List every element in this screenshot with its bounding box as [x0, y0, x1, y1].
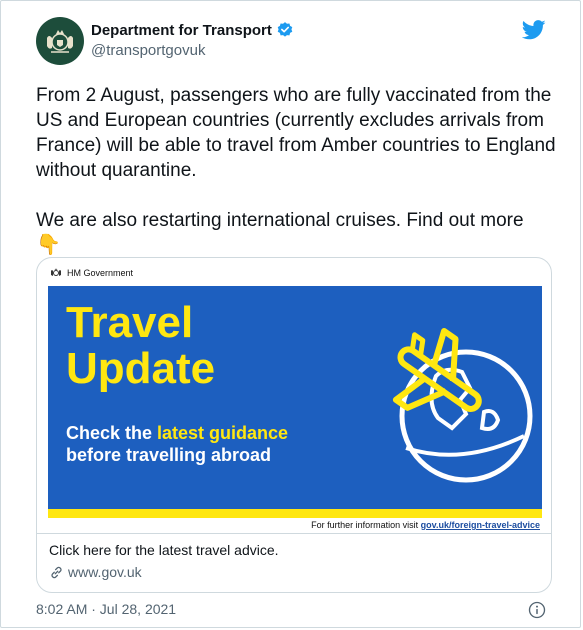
twitter-bird-icon[interactable] [522, 20, 546, 40]
card-domain[interactable]: www.gov.uk [49, 564, 142, 580]
banner-yellow-stripe [48, 509, 542, 518]
banner-sub-highlight: latest guidance [157, 423, 289, 443]
banner-sub-line-2: before travelling abroad [66, 445, 272, 465]
tweet-paragraph-2: We are also restarting international cru… [36, 208, 566, 258]
banner-title-line-1: Travel [66, 298, 194, 347]
account-handle[interactable]: @transportgovuk [91, 42, 205, 59]
tweet-card: Department for Transport @transportgovuk… [0, 0, 581, 628]
banner-sub-pre: Check the [66, 423, 158, 443]
verified-badge-icon [277, 22, 293, 37]
tweet-timestamp[interactable]: 8:02 AM · Jul 28, 2021 [36, 601, 176, 617]
gov-label: HM Government [67, 268, 134, 278]
card-divider [37, 533, 551, 534]
tweet-body: From 2 August, passengers who are fully … [36, 83, 566, 258]
card-domain-text: www.gov.uk [68, 564, 142, 580]
tweet-paragraph-1: From 2 August, passengers who are fully … [36, 85, 556, 181]
royal-crest-icon [47, 30, 73, 53]
banner-subtitle: Check the latest guidance before travell… [66, 422, 288, 466]
account-name-row[interactable]: Department for Transport [91, 21, 294, 39]
tweet-paragraph-2-text: We are also restarting international cru… [36, 210, 524, 231]
plane-globe-icon [392, 327, 533, 483]
footer-url[interactable]: gov.uk/foreign-travel-advice [421, 520, 540, 530]
footer-pre: For further information visit [311, 520, 421, 530]
banner-footer: For further information visit gov.uk/for… [48, 518, 542, 532]
link-preview-card[interactable]: HM Government Travel Update Check the la… [36, 257, 552, 593]
banner-title-line-2: Update [66, 344, 216, 393]
card-description[interactable]: Click here for the latest travel advice. [49, 542, 279, 558]
banner-title: Travel Update [66, 300, 215, 392]
display-name[interactable]: Department for Transport [91, 22, 272, 39]
info-icon[interactable] [528, 601, 546, 619]
avatar[interactable] [36, 17, 84, 65]
link-icon [51, 566, 62, 578]
travel-update-banner[interactable]: Travel Update Check the latest guidance … [48, 286, 542, 518]
gov-header: HM Government [50, 268, 133, 278]
pointing-down-emoji: 👇 [36, 234, 61, 256]
crest-small-icon [51, 268, 61, 276]
banner-footer-text: For further information visit gov.uk/for… [311, 520, 540, 530]
